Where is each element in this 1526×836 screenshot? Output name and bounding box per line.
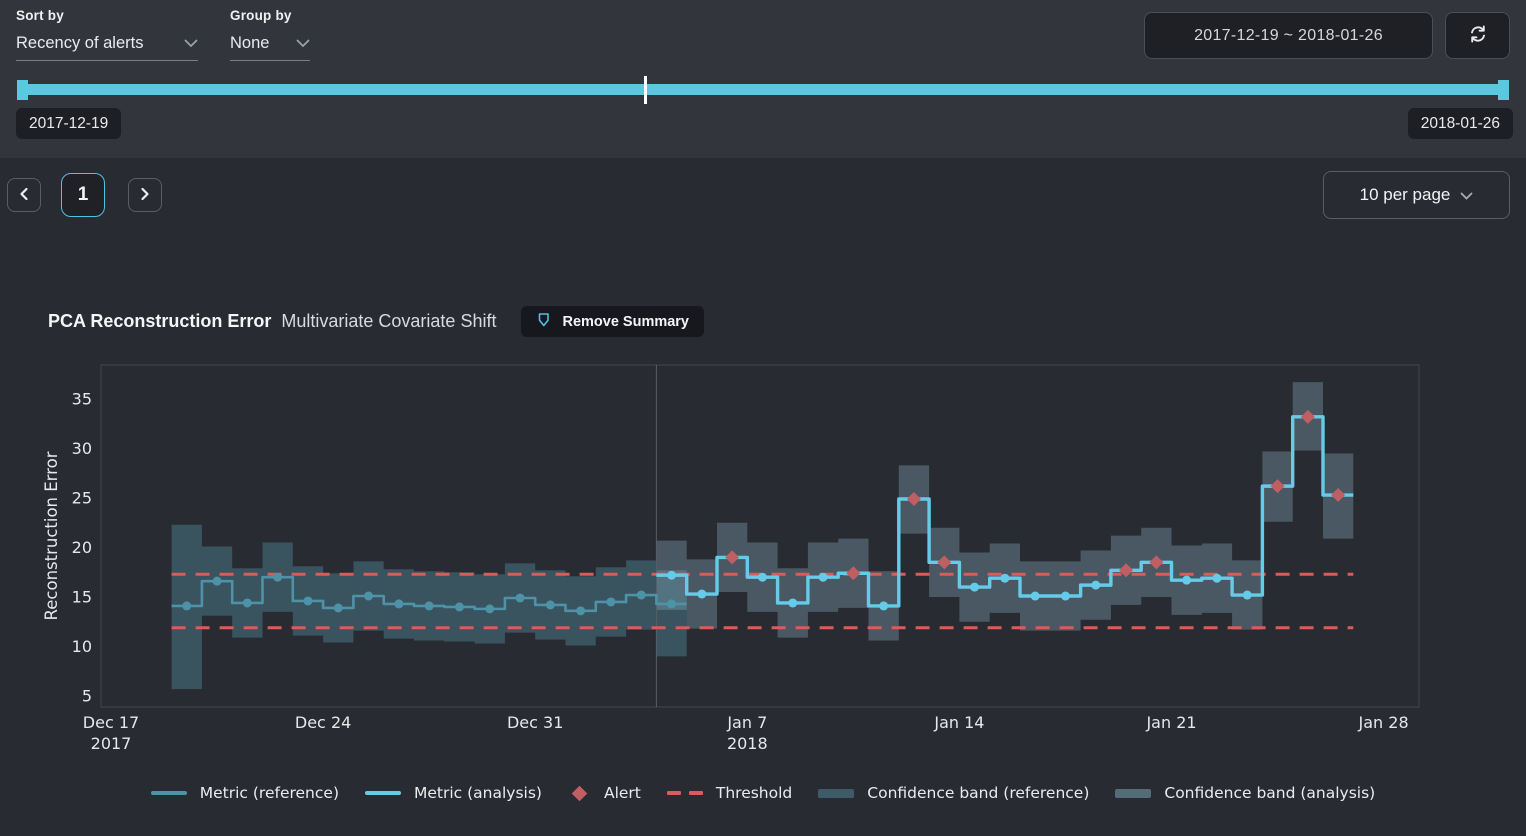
chevron-down-icon [296, 35, 310, 53]
legend-item-band-reference[interactable]: Confidence band (reference) [818, 784, 1089, 802]
group-by-group: Group by None [230, 8, 310, 61]
slider-start-date-chip: 2017-12-19 [16, 108, 121, 139]
chevron-down-icon [184, 35, 198, 53]
svg-text:Jan 14: Jan 14 [933, 713, 984, 732]
svg-text:10: 10 [72, 637, 92, 656]
svg-text:Jan 7: Jan 7 [726, 713, 767, 732]
analysis-line-swatch [365, 791, 401, 795]
legend-item-metric-analysis[interactable]: Metric (analysis) [365, 784, 542, 802]
chart-header: PCA Reconstruction Error Multivariate Co… [48, 306, 704, 337]
legend-label: Confidence band (analysis) [1164, 784, 1375, 802]
reference-line-swatch [151, 791, 187, 795]
svg-text:35: 35 [72, 390, 92, 409]
threshold-dash-swatch [667, 791, 703, 795]
metric-chart-canvas[interactable]: 5 10 15 20 25 30 35 Reconstruction Error Dec 17 2… [0, 355, 1526, 755]
legend-label: Alert [604, 784, 641, 802]
legend-item-metric-reference[interactable]: Metric (reference) [151, 784, 339, 802]
legend-item-alert[interactable]: Alert [568, 784, 641, 802]
slider-start-date: 2017-12-19 [29, 115, 108, 133]
per-page-value: 10 per page [1360, 185, 1451, 205]
slider-end-date: 2018-01-26 [1421, 115, 1500, 133]
legend-label: Threshold [716, 784, 792, 802]
svg-text:5: 5 [82, 687, 92, 706]
slider-reference-analysis-marker [644, 76, 647, 104]
svg-text:2018: 2018 [727, 734, 768, 753]
previous-page-button[interactable] [7, 178, 41, 212]
refresh-button[interactable] [1445, 12, 1510, 59]
chart-subtitle: Multivariate Covariate Shift [281, 311, 496, 332]
svg-text:30: 30 [72, 439, 92, 458]
sort-by-select[interactable]: Recency of alerts [16, 34, 198, 61]
legend-item-band-analysis[interactable]: Confidence band (analysis) [1115, 784, 1375, 802]
chevron-left-icon [19, 187, 29, 204]
tag-icon [536, 312, 552, 331]
svg-text:15: 15 [72, 588, 92, 607]
current-page-number: 1 [78, 184, 89, 206]
filter-bar: Sort by Recency of alerts Group by None … [0, 0, 1526, 158]
chevron-right-icon [140, 187, 150, 204]
legend-label: Metric (reference) [200, 784, 339, 802]
slider-handle-start[interactable] [17, 80, 28, 100]
remove-summary-button[interactable]: Remove Summary [521, 306, 704, 337]
date-range-input[interactable]: 2017-12-19 ~ 2018-01-26 [1144, 12, 1433, 59]
date-range-value: 2017-12-19 ~ 2018-01-26 [1194, 27, 1383, 45]
svg-text:Dec 17: Dec 17 [83, 713, 139, 732]
sort-by-value: Recency of alerts [16, 34, 143, 53]
reference-band-swatch [818, 789, 854, 798]
svg-text:20: 20 [72, 538, 92, 557]
alert-diamond-swatch [572, 785, 588, 801]
refresh-icon [1468, 24, 1488, 47]
legend-label: Confidence band (reference) [867, 784, 1089, 802]
svg-text:Reconstruction Error: Reconstruction Error [42, 451, 61, 620]
slider-handle-end[interactable] [1498, 80, 1509, 100]
analysis-band-swatch [1115, 789, 1151, 798]
group-by-label: Group by [230, 8, 310, 23]
group-by-value: None [230, 34, 269, 53]
sort-by-label: Sort by [16, 8, 198, 23]
sort-by-group: Sort by Recency of alerts [16, 8, 198, 61]
svg-text:25: 25 [72, 489, 92, 508]
per-page-select[interactable]: 10 per page [1323, 171, 1510, 219]
svg-text:Dec 24: Dec 24 [295, 713, 351, 732]
legend-item-threshold[interactable]: Threshold [667, 784, 792, 802]
chart-title: PCA Reconstruction Error [48, 311, 271, 332]
svg-text:Jan 28: Jan 28 [1358, 713, 1409, 732]
legend-label: Metric (analysis) [414, 784, 542, 802]
remove-summary-label: Remove Summary [562, 314, 689, 330]
chevron-down-icon [1460, 185, 1473, 205]
current-page-button[interactable]: 1 [61, 173, 105, 217]
slider-end-date-chip: 2018-01-26 [1408, 108, 1513, 139]
next-page-button[interactable] [128, 178, 162, 212]
svg-text:2017: 2017 [91, 734, 132, 753]
chart-legend: Metric (reference) Metric (analysis) Ale… [0, 784, 1526, 802]
svg-text:Jan 21: Jan 21 [1145, 713, 1196, 732]
svg-text:Dec 31: Dec 31 [507, 713, 563, 732]
date-range-slider-track[interactable] [18, 84, 1508, 95]
group-by-select[interactable]: None [230, 34, 310, 61]
